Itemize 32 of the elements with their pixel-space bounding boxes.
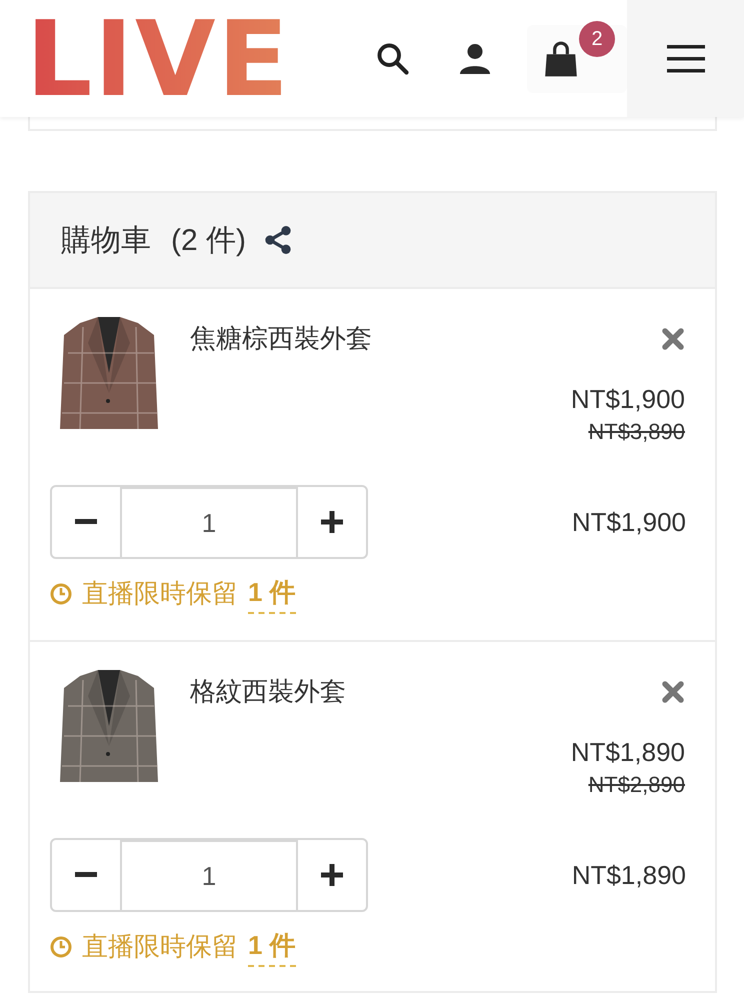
- plus-button[interactable]: [296, 838, 368, 912]
- minus-button[interactable]: [50, 485, 122, 559]
- product-name[interactable]: 格紋西裝外套: [190, 676, 346, 706]
- minus-icon: [75, 872, 97, 878]
- sale-price: NT$1,890: [570, 736, 685, 769]
- original-price: NT$2,890: [588, 771, 685, 799]
- quantity-field[interactable]: 1: [122, 485, 296, 559]
- close-icon[interactable]: [661, 680, 685, 704]
- plus-icon: [321, 511, 343, 533]
- hold-count: 1 件: [248, 573, 296, 614]
- cart-count-badge: 2: [579, 20, 615, 56]
- hold-label: 直播限時保留: [82, 930, 238, 963]
- minus-button[interactable]: [50, 838, 122, 912]
- shopping-bag-icon[interactable]: [542, 38, 580, 78]
- quantity-field[interactable]: 1: [122, 838, 296, 912]
- clock-icon: [50, 936, 72, 958]
- hold-count: 1 件: [248, 926, 296, 967]
- plus-icon: [321, 864, 343, 886]
- clock-icon: [50, 582, 72, 604]
- hold-label: 直播限時保留: [82, 577, 238, 610]
- menu-icon[interactable]: [666, 44, 704, 74]
- subtotal-price: NT$1,890: [572, 858, 686, 892]
- original-price: NT$3,890: [588, 418, 685, 446]
- minus-icon: [75, 519, 97, 525]
- plus-button[interactable]: [296, 485, 368, 559]
- item-count: (2 件): [171, 222, 246, 258]
- close-icon[interactable]: [661, 327, 685, 351]
- subtotal-price: NT$1,900: [572, 506, 686, 538]
- search-icon[interactable]: [375, 40, 411, 76]
- sale-price: NT$1,900: [570, 383, 685, 416]
- cart-title: 購物車: [61, 222, 151, 258]
- product-name[interactable]: 焦糖棕西裝外套: [190, 323, 372, 353]
